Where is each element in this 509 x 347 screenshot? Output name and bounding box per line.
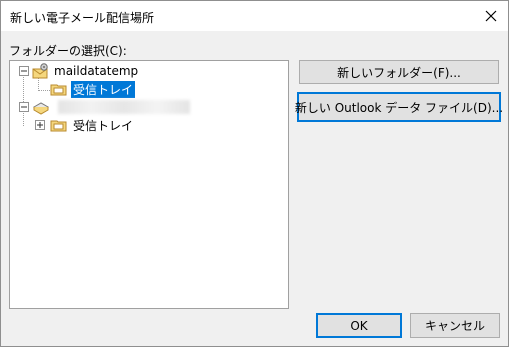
folder-select-label: フォルダーの選択(C): — [9, 44, 127, 58]
store-inbox-label: 受信トレイ — [73, 118, 134, 133]
new-outlook-data-file-button[interactable]: 新しい Outlook データ ファイル(D)... — [294, 92, 504, 122]
close-button[interactable] — [474, 1, 508, 31]
mail-account-icon — [32, 63, 48, 79]
ok-button[interactable]: OK — [316, 313, 402, 338]
new-folder-label: 新しいフォルダー(F)... — [337, 65, 461, 80]
tree-node-account[interactable]: maildatatemp — [32, 62, 138, 80]
expand-inbox-toggle[interactable] — [35, 120, 45, 130]
dialog-window: 新しい電子メール配信場所 フォルダーの選択(C): maildatatemp 受… — [0, 0, 509, 347]
new-folder-button[interactable]: 新しいフォルダー(F)... — [299, 60, 499, 84]
data-file-icon — [32, 102, 50, 115]
account-inbox-label: 受信トレイ — [71, 80, 136, 98]
folder-tree[interactable]: maildatatemp 受信トレイ 受信トレイ — [9, 60, 289, 309]
account-name: maildatatemp — [54, 64, 139, 78]
collapse-store-toggle[interactable] — [19, 102, 29, 112]
inbox-folder-icon — [50, 84, 67, 96]
dialog-title: 新しい電子メール配信場所 — [10, 11, 155, 25]
tree-node-store-inbox[interactable]: 受信トレイ — [50, 116, 133, 134]
new-outlook-data-file-label: 新しい Outlook データ ファイル(D)... — [294, 100, 504, 115]
cancel-label: キャンセル — [424, 319, 485, 333]
tree-node-data-store[interactable] — [32, 98, 190, 116]
redacted-store-name — [58, 100, 190, 114]
close-icon — [485, 10, 497, 22]
collapse-account-toggle[interactable] — [19, 66, 29, 76]
title-bar: 新しい電子メール配信場所 — [1, 1, 508, 31]
tree-node-account-inbox[interactable]: 受信トレイ — [50, 80, 136, 98]
cancel-button[interactable]: キャンセル — [410, 313, 500, 338]
inbox-folder-icon — [50, 120, 67, 132]
ok-label: OK — [350, 318, 368, 333]
